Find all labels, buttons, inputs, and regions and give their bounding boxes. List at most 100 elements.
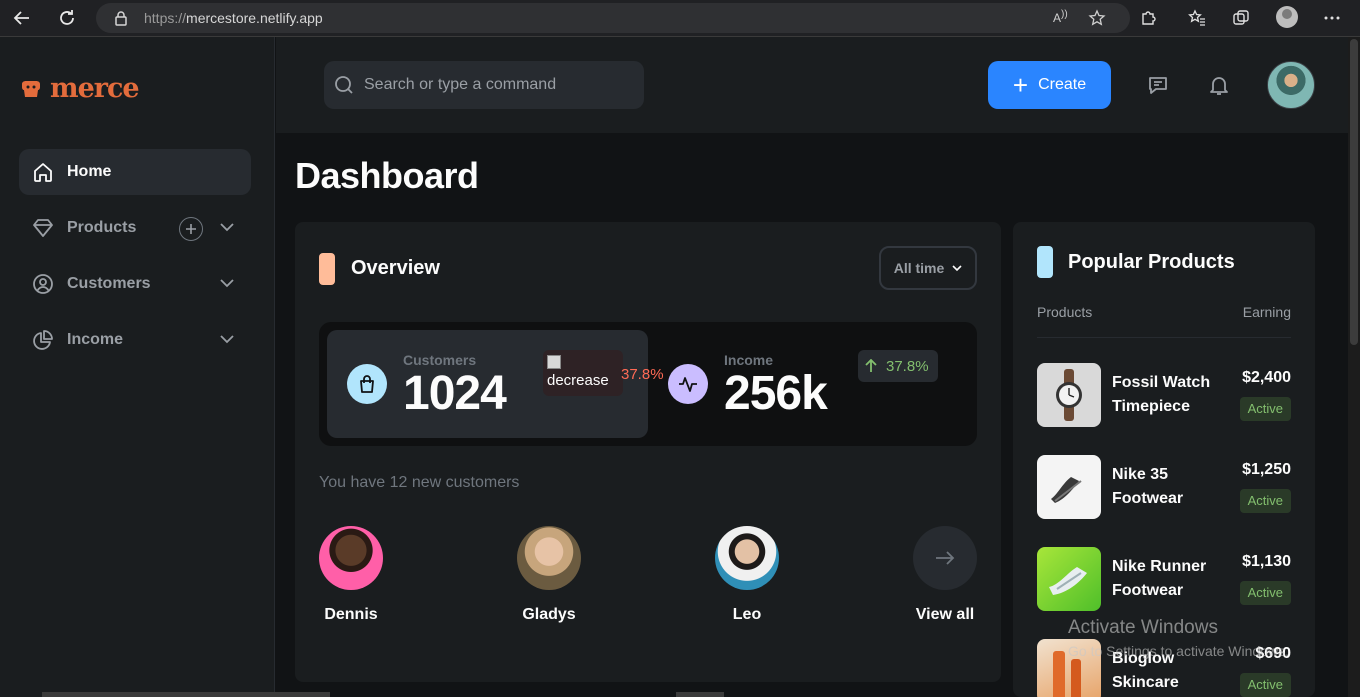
popular-products-title: Popular Products [1068, 251, 1235, 273]
bell-icon[interactable] [1207, 73, 1231, 97]
extensions-icon[interactable] [1137, 7, 1159, 29]
header: + Create [276, 37, 1348, 133]
reload-icon[interactable] [56, 7, 78, 29]
collections-icon[interactable] [1230, 7, 1252, 29]
lock-icon [113, 10, 129, 26]
user-avatar[interactable] [1267, 61, 1315, 109]
product-name: Nike Runner Footwear [1112, 558, 1207, 599]
card-marker [1037, 246, 1053, 278]
product-name: Fossil Watch Timepiece [1112, 374, 1211, 415]
search-box[interactable] [324, 61, 644, 109]
address-bar[interactable]: https://mercestore.netlify.app A)) [96, 3, 1130, 33]
arrow-up-icon [864, 358, 878, 374]
vertical-scrollbar[interactable] [1348, 37, 1360, 697]
customers-change-badge: decrease 37.8% [543, 350, 664, 396]
url-text: https://mercestore.netlify.app [144, 10, 323, 26]
product-image [1037, 547, 1101, 611]
diamond-icon [31, 216, 55, 240]
browser-profile-avatar[interactable] [1276, 6, 1298, 28]
new-customers-text: You have 12 new customers [319, 474, 520, 491]
column-header-earning: Earning [1242, 304, 1291, 320]
customer-item[interactable]: Dennis [311, 526, 391, 624]
product-row[interactable]: Nike 35 Footwear $1,250 Active [1037, 455, 1291, 519]
avatar [517, 526, 581, 590]
sidebar-item-home[interactable]: Home [19, 149, 251, 195]
product-row[interactable]: Fossil Watch Timepiece $2,400 Active [1037, 363, 1291, 427]
horizontal-scrollbar[interactable] [42, 692, 330, 697]
stats-panel: Customers 1024 decrease 37.8% Income 256… [319, 322, 977, 446]
status-badge: Active [1239, 581, 1291, 605]
customers-stat-tab[interactable]: Customers 1024 decrease 37.8% [327, 330, 664, 438]
user-circle-icon [31, 272, 55, 296]
create-button[interactable]: + Create [988, 61, 1111, 109]
search-icon [334, 75, 354, 95]
product-row[interactable]: Nike Runner Footwear $1,130 Active [1037, 547, 1291, 611]
chevron-down-icon[interactable] [217, 217, 237, 237]
product-price: $2,400 [1242, 369, 1291, 386]
sidebar-item-label: Home [67, 163, 112, 180]
home-icon [31, 160, 55, 184]
search-input[interactable] [364, 73, 634, 97]
sidebar-item-label: Income [67, 331, 124, 348]
broken-image-icon: decrease [547, 354, 609, 390]
product-price: $1,130 [1242, 553, 1291, 570]
customer-name: Dennis [324, 606, 378, 623]
status-badge: Active [1239, 673, 1291, 697]
create-button-label: Create [1038, 76, 1087, 93]
customers-change-pct: 37.8% [621, 366, 664, 383]
column-header-products: Products [1037, 304, 1093, 320]
logo[interactable]: merce [20, 73, 140, 104]
message-icon[interactable] [1146, 73, 1170, 97]
sidebar-item-income[interactable]: Income [19, 317, 251, 363]
favorites-icon[interactable] [1186, 7, 1208, 29]
watermark-line2: Go to Settings to activate Windows. [1068, 643, 1289, 659]
avatar [715, 526, 779, 590]
back-arrow-icon[interactable] [11, 7, 33, 29]
chevron-down-icon[interactable] [217, 329, 237, 349]
customer-item[interactable]: Gladys [509, 526, 589, 624]
sidebar: merce Home Products Customers Income [0, 37, 275, 697]
sidebar-item-label: Customers [67, 275, 151, 292]
customer-name: Leo [732, 606, 762, 623]
customers-value: 1024 [403, 367, 507, 420]
logo-icon [20, 78, 42, 100]
chevron-down-icon [952, 265, 962, 272]
time-filter-label: All time [893, 260, 945, 276]
logo-text: merce [50, 73, 140, 104]
view-all-button[interactable]: View all [905, 526, 985, 624]
shopping-bag-icon [347, 364, 387, 404]
plus-icon: + [1012, 70, 1029, 100]
sidebar-item-customers[interactable]: Customers [19, 261, 251, 307]
status-badge: Active [1239, 489, 1291, 513]
browser-toolbar: https://mercestore.netlify.app A)) [0, 0, 1360, 37]
pie-chart-icon [31, 328, 55, 352]
sidebar-item-products[interactable]: Products [19, 205, 251, 251]
product-price: $1,250 [1242, 461, 1291, 478]
read-aloud-icon[interactable]: A)) [1053, 9, 1071, 27]
watermark-line1: Activate Windows [1068, 617, 1218, 638]
product-name: Nike 35 Footwear [1112, 466, 1184, 507]
chevron-down-icon[interactable] [217, 273, 237, 293]
activity-icon [668, 364, 708, 404]
income-value: 256k [724, 367, 828, 420]
customer-item[interactable]: Leo [707, 526, 787, 624]
overview-card: Overview All time Customers 1024 decreas… [295, 222, 1001, 682]
status-badge: Active [1239, 397, 1291, 421]
add-product-button[interactable] [179, 217, 203, 241]
product-image [1037, 455, 1101, 519]
more-menu-icon[interactable] [1321, 7, 1343, 29]
activate-windows-watermark: Activate Windows Go to Settings to activ… [1068, 617, 1289, 659]
favorite-add-icon[interactable] [1088, 9, 1106, 27]
horizontal-scrollbar-thumb[interactable] [676, 692, 724, 697]
card-marker [319, 253, 335, 285]
time-filter-dropdown[interactable]: All time [879, 246, 977, 290]
product-image [1037, 363, 1101, 427]
customer-name: Gladys [522, 606, 576, 623]
avatar [319, 526, 383, 590]
income-change-pct: 37.8% [886, 357, 929, 375]
view-all-label: View all [915, 606, 975, 623]
arrow-right-icon [913, 526, 977, 590]
income-change-badge: 37.8% [858, 350, 938, 382]
page-title: Dashboard [295, 155, 479, 196]
overview-title: Overview [351, 257, 440, 279]
